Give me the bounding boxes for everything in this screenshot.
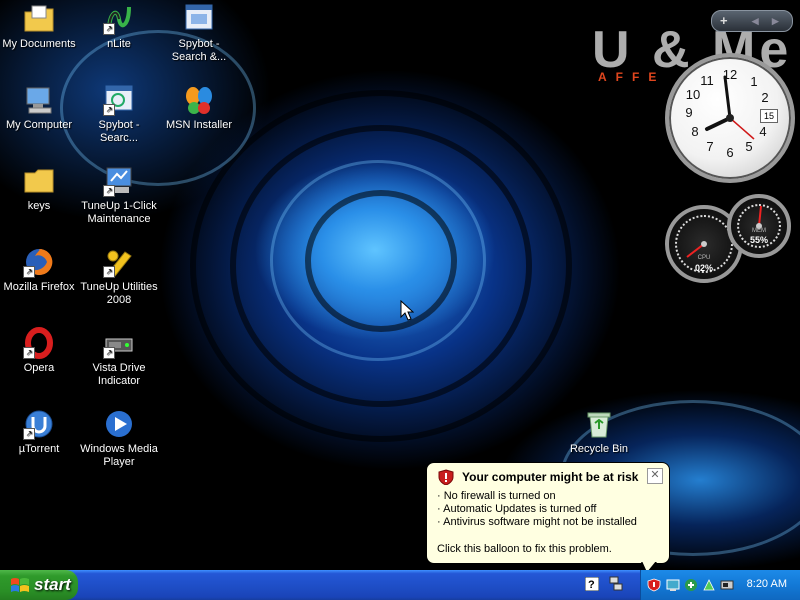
tuneup-utilities-icon: ↗	[103, 246, 135, 278]
shortcut-arrow-icon: ↗	[103, 266, 115, 278]
utorrent-icon: ↗	[23, 408, 55, 440]
balloon-title: Your computer might be at risk	[462, 470, 639, 484]
cpu-gauge-label: CPU	[697, 255, 711, 261]
memory-meter-gauge[interactable]: MEM 55%	[727, 194, 791, 258]
nlite-icon: ↗	[103, 3, 135, 35]
firefox-icon: ↗	[23, 246, 55, 278]
start-button[interactable]: start	[0, 570, 78, 600]
system-tray: 8:20 AM	[640, 570, 800, 600]
desktop-icon-my-computer[interactable]: My Computer	[0, 84, 78, 132]
shortcut-arrow-icon: ↗	[23, 347, 35, 359]
balloon-risk-item: · Automatic Updates is turned off	[437, 503, 597, 515]
media-player-icon	[103, 408, 135, 440]
balloon-risk-item: · No firewall is turned on	[437, 490, 556, 502]
start-label: start	[34, 575, 71, 594]
balloon-footer-link[interactable]: Click this balloon to fix this problem.	[437, 543, 612, 555]
desktop-icon-spybot-search[interactable]: ↗ Spybot - Searc...	[80, 84, 158, 145]
desktop-icon-recycle-bin[interactable]: Recycle Bin	[560, 408, 638, 456]
desktop-icon-vista-drive-indicator[interactable]: ↗ Vista Drive Indicator	[80, 327, 158, 388]
gauge-needle	[756, 205, 762, 229]
recycle-bin-icon	[583, 408, 615, 440]
wallpaper-logo-subtitle: AFFE	[598, 70, 666, 84]
mem-gauge-label: MEM	[752, 228, 766, 234]
shortcut-arrow-icon: ↗	[23, 428, 35, 440]
shortcut-arrow-icon: ↗	[103, 104, 115, 116]
computer-icon	[23, 84, 55, 116]
msn-butterfly-icon	[183, 84, 215, 116]
clock-gadget[interactable]: 12 1 2 3 4 5 6 7 8 9 10 11 15	[665, 53, 795, 183]
desktop-icon-spybot[interactable]: Spybot - Search &...	[160, 3, 238, 64]
shortcut-arrow-icon: ↗	[23, 266, 35, 278]
shield-warning-icon	[438, 469, 454, 485]
desktop-icon-windows-media-player[interactable]: Windows Media Player	[80, 408, 158, 469]
svg-text:?: ?	[588, 579, 595, 591]
folder-icon	[23, 165, 55, 197]
drive-indicator-icon: ↗	[103, 327, 135, 359]
desktop-icon-msn-installer[interactable]: MSN Installer	[160, 84, 238, 132]
desktop-icon-keys[interactable]: keys	[0, 165, 78, 213]
shortcut-arrow-icon: ↗	[103, 347, 115, 359]
desktop-icon-my-documents[interactable]: My Documents	[0, 3, 78, 51]
sidebar-next-button[interactable]: ▸	[772, 13, 779, 29]
windows-logo-icon	[11, 578, 29, 592]
mouse-cursor-icon	[400, 300, 414, 321]
network-icon[interactable]	[609, 576, 623, 592]
desktop-icon-tuneup-utilities[interactable]: ↗ TuneUp Utilities 2008	[80, 246, 158, 307]
clock-hands	[705, 75, 755, 140]
spybot-icon	[183, 3, 215, 35]
sidebar-controls: + ◂ ▸	[711, 10, 793, 32]
sidebar-prev-button[interactable]: ◂	[752, 13, 759, 29]
shortcut-arrow-icon: ↗	[103, 185, 115, 197]
help-icon[interactable]: ?	[585, 577, 599, 591]
spybot-icon: ↗	[103, 84, 135, 116]
desktop-icon-opera[interactable]: ↗ Opera	[0, 327, 78, 375]
desktop-icon-mozilla-firefox[interactable]: ↗ Mozilla Firefox	[0, 246, 78, 294]
tuneup-maintenance-icon: ↗	[103, 165, 135, 197]
network-connection-icon[interactable]	[666, 578, 680, 592]
balloon-close-button[interactable]: ✕	[647, 468, 663, 484]
cpu-gauge-value: 02%	[694, 263, 713, 273]
taskbar: start ? 8:20 AM	[0, 570, 800, 600]
opera-icon: ↗	[23, 327, 55, 359]
folder-documents-icon	[23, 3, 55, 35]
desktop-icon-nlite[interactable]: ↗ nLite	[80, 3, 158, 51]
wallpaper-swirl-ring	[305, 190, 457, 332]
tuneup-tray-icon[interactable]	[684, 578, 698, 592]
mem-gauge-value: 55%	[749, 235, 768, 245]
security-center-shield-icon[interactable]	[647, 578, 661, 592]
taskbar-clock[interactable]: 8:20 AM	[747, 578, 787, 590]
desktop-icon-tuneup-1click[interactable]: ↗ TuneUp 1-Click Maintenance	[80, 165, 158, 226]
security-alert-balloon[interactable]: Your computer might be at risk ✕ · No fi…	[426, 462, 670, 574]
balloon-risk-item: · Antivirus software might not be instal…	[437, 516, 637, 528]
add-gadget-button[interactable]: +	[720, 13, 728, 28]
shortcut-arrow-icon: ↗	[103, 23, 115, 35]
balloon-risk-list: · No firewall is turned on · Automatic U…	[437, 490, 637, 529]
drive-indicator-tray-icon[interactable]	[702, 578, 716, 592]
desktop-icon-utorrent[interactable]: ↗ µTorrent	[0, 408, 78, 456]
safely-remove-hardware-icon[interactable]	[720, 578, 734, 592]
